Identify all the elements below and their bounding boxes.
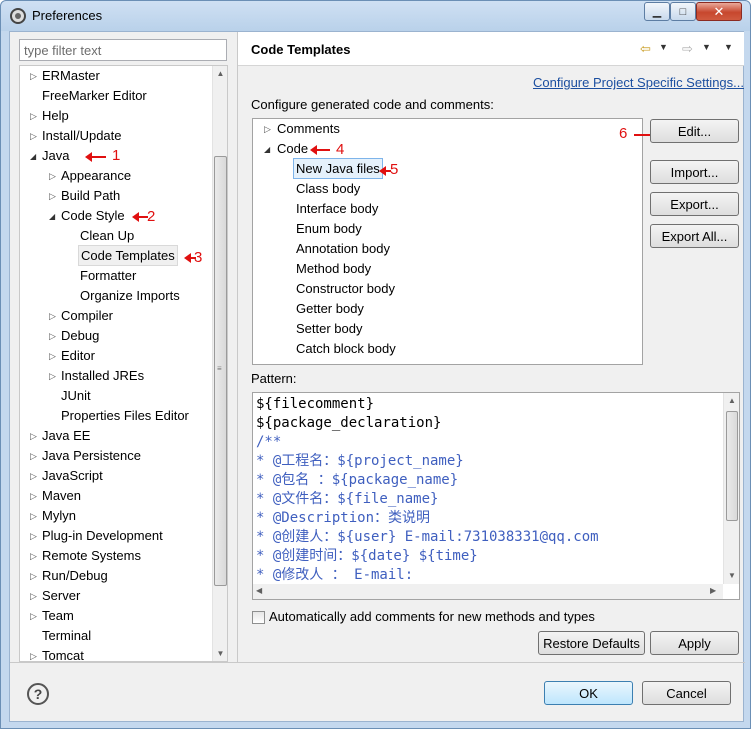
pattern-label: Pattern: xyxy=(251,371,297,386)
expand-icon[interactable] xyxy=(49,306,59,326)
code-templates-page: Code Templates ⇦ ▼ ⇨ ▼ ▼ Configure Proje… xyxy=(237,32,744,662)
auto-add-comments-label: Automatically add comments for new metho… xyxy=(269,609,595,624)
help-icon[interactable]: ? xyxy=(27,683,49,705)
page-header: Code Templates ⇦ ▼ ⇨ ▼ ▼ xyxy=(238,32,744,66)
pattern-line: * @工程名：${project_name} xyxy=(256,453,464,469)
template-tree: Comments Code New Java files Class body … xyxy=(252,118,668,365)
scroll-left-icon[interactable]: ◀ xyxy=(256,586,262,595)
close-button[interactable]: ✕ xyxy=(696,2,742,21)
collapse-icon[interactable] xyxy=(30,146,40,166)
expand-icon[interactable] xyxy=(49,186,59,206)
chevron-down-icon[interactable]: ▼ xyxy=(702,42,711,52)
preferences-tree: ERMaster FreeMarker Editor Help Install/… xyxy=(19,65,228,662)
expand-icon[interactable] xyxy=(30,606,40,626)
scroll-up-icon[interactable]: ▲ xyxy=(724,393,739,409)
description-label: Configure generated code and comments: xyxy=(251,97,494,112)
import-button[interactable]: Import... xyxy=(650,160,739,184)
scroll-right-icon[interactable]: ▶ xyxy=(710,586,716,595)
scroll-down-icon[interactable]: ▼ xyxy=(213,646,227,661)
chevron-down-icon[interactable]: ▼ xyxy=(659,42,668,52)
expand-icon[interactable] xyxy=(30,426,40,446)
collapse-icon[interactable] xyxy=(49,206,59,226)
close-icon: ✕ xyxy=(713,3,725,19)
expand-icon[interactable] xyxy=(49,326,59,346)
restore-defaults-button[interactable]: Restore Defaults xyxy=(538,631,645,655)
expand-icon[interactable] xyxy=(30,66,40,86)
pattern-line: * @创建人：${user} E-mail:731038331@qq.com xyxy=(256,529,599,545)
dialog-body: ERMaster FreeMarker Editor Help Install/… xyxy=(9,31,745,723)
preferences-window: Preferences ▁ □ ✕ ERMaster FreeMarker Ed… xyxy=(0,0,751,729)
edit-button[interactable]: Edit... xyxy=(650,119,739,143)
pattern-line: * @包名 ：${package_name} xyxy=(256,472,459,488)
expand-icon[interactable] xyxy=(30,446,40,466)
expand-icon[interactable] xyxy=(49,166,59,186)
back-arrow-icon[interactable]: ⇦ xyxy=(640,41,651,57)
grip-icon: ≡ xyxy=(217,364,222,373)
annotation-1: 1 xyxy=(112,147,121,164)
minimize-button[interactable]: ▁ xyxy=(644,2,670,21)
maximize-icon: □ xyxy=(679,5,687,18)
view-menu-icon[interactable]: ▼ xyxy=(724,42,733,52)
export-all-button[interactable]: Export All... xyxy=(650,224,739,248)
expand-icon[interactable] xyxy=(49,366,59,386)
tree-scrollbar[interactable]: ▲ ≡ ▼ xyxy=(212,66,227,661)
scroll-thumb[interactable] xyxy=(726,411,738,521)
annotation-2: 2 xyxy=(147,208,156,225)
pattern-line: /** xyxy=(256,434,282,450)
pattern-line: * @创建时间：${date} ${time} xyxy=(256,548,478,564)
pattern-hscrollbar[interactable]: ◀ ▶ xyxy=(253,584,723,599)
apply-button[interactable]: Apply xyxy=(650,631,739,655)
expand-icon[interactable] xyxy=(30,466,40,486)
pattern-vscrollbar[interactable]: ▲ ▼ xyxy=(723,393,739,584)
auto-add-comments-checkbox[interactable] xyxy=(252,611,265,624)
annotation-arrow xyxy=(310,145,330,155)
cancel-button[interactable]: Cancel xyxy=(642,681,731,705)
page-title: Code Templates xyxy=(251,42,351,57)
expand-icon[interactable] xyxy=(30,106,40,126)
pattern-line: ${filecomment} xyxy=(256,396,375,412)
expand-icon[interactable] xyxy=(30,526,40,546)
annotation-5: 5 xyxy=(390,161,399,178)
expand-icon[interactable] xyxy=(30,126,40,146)
eclipse-app-icon xyxy=(10,8,26,24)
collapse-icon[interactable] xyxy=(264,139,274,159)
filter-input[interactable] xyxy=(19,39,227,61)
expand-icon[interactable] xyxy=(30,486,40,506)
expand-icon[interactable] xyxy=(30,506,40,526)
export-button[interactable]: Export... xyxy=(650,192,739,216)
pattern-line: * @修改人 ： E-mail: xyxy=(256,567,414,583)
annotation-6: 6 xyxy=(619,125,628,142)
expand-icon[interactable] xyxy=(30,586,40,606)
annotation-3: 3 xyxy=(194,249,203,266)
title-bar[interactable]: Preferences ▁ □ ✕ xyxy=(1,1,751,31)
ok-button[interactable]: OK xyxy=(544,681,633,705)
scroll-up-icon[interactable]: ▲ xyxy=(213,66,227,82)
annotation-4: 4 xyxy=(336,141,345,158)
annotation-arrow xyxy=(85,152,106,162)
expand-icon[interactable] xyxy=(49,346,59,366)
pattern-editor[interactable]: ${filecomment} ${package_declaration} /*… xyxy=(252,392,740,600)
pattern-line: ${package_declaration} xyxy=(256,415,442,431)
forward-arrow-icon[interactable]: ⇨ xyxy=(682,41,693,57)
minimize-icon: ▁ xyxy=(652,6,662,18)
expand-icon[interactable] xyxy=(30,546,40,566)
window-title: Preferences xyxy=(32,8,103,23)
maximize-button[interactable]: □ xyxy=(670,2,696,21)
configure-project-settings-link[interactable]: Configure Project Specific Settings... xyxy=(533,75,744,90)
scroll-down-icon[interactable]: ▼ xyxy=(724,568,739,584)
expand-icon[interactable] xyxy=(30,566,40,586)
dialog-footer: ? OK Cancel xyxy=(10,662,745,723)
expand-icon[interactable] xyxy=(30,646,40,661)
expand-icon[interactable] xyxy=(264,119,274,139)
pattern-line: * @Description：类说明 xyxy=(256,510,431,526)
pattern-line: * @文件名：${file_name} xyxy=(256,491,439,507)
